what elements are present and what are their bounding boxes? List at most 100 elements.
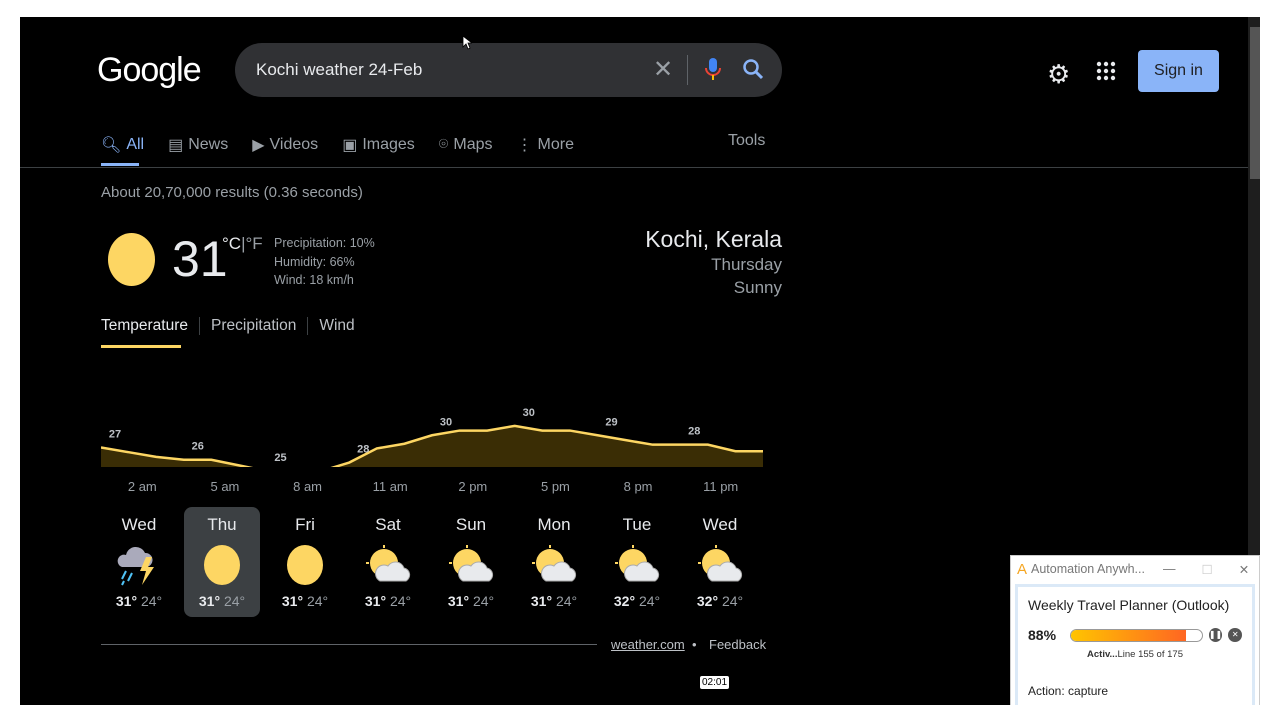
title-bar: A Automation Anywh... — ☐ ✕ xyxy=(1011,556,1259,582)
tab-wind[interactable]: Wind xyxy=(307,317,365,335)
day-name: Fri xyxy=(295,515,315,534)
current-temperature: 31 xyxy=(172,231,228,287)
day-forecast-sun[interactable]: Sun 31° 24° xyxy=(433,507,509,617)
day-forecast-fri[interactable]: Fri 31° 24° xyxy=(267,507,343,617)
search-box[interactable]: Kochi weather 24-Feb ✕ xyxy=(235,43,782,97)
tab-label: More xyxy=(537,136,574,153)
divider xyxy=(687,55,688,85)
tab-videos[interactable]: ▶ Videos xyxy=(252,132,318,158)
close-button[interactable]: ✕ xyxy=(1239,562,1249,577)
day-name: Wed xyxy=(121,515,157,534)
hour-labels: 2 am 5 am 8 am 11 am 2 pm 5 pm 8 pm 11 pm xyxy=(101,479,762,494)
search-icon: 🔍︎ xyxy=(101,137,122,154)
high-temp: 32° xyxy=(613,593,636,609)
tab-images[interactable]: ▣ Images xyxy=(342,132,415,158)
day-name: Wed xyxy=(702,515,738,534)
day-name: Mon xyxy=(537,515,571,534)
status-bold: Activ... xyxy=(1087,649,1118,660)
scrollbar-thumb[interactable] xyxy=(1250,27,1260,179)
tab-more[interactable]: ⋮ More xyxy=(517,132,574,158)
image-icon: ▣ xyxy=(342,137,358,154)
clear-icon[interactable]: ✕ xyxy=(653,55,673,84)
progress-fill xyxy=(1071,629,1187,641)
high-temp: 31° xyxy=(115,593,138,609)
tab-label: Videos xyxy=(269,136,319,153)
progress-bar xyxy=(1070,628,1203,642)
more-vert-icon: ⋮ xyxy=(516,137,533,154)
tab-precipitation[interactable]: Precipitation xyxy=(199,317,307,335)
high-temp: 31° xyxy=(364,593,387,609)
tab-temperature[interactable]: Temperature xyxy=(101,317,199,335)
low-temp: 24° xyxy=(306,593,329,609)
low-temp: 24° xyxy=(223,593,246,609)
high-temp: 31° xyxy=(447,593,470,609)
low-temp: 24° xyxy=(638,593,661,609)
day-forecast-thu[interactable]: Thu 31° 24° xyxy=(184,507,260,617)
stop-button[interactable]: ✕ xyxy=(1228,628,1243,642)
low-temp: 24° xyxy=(140,593,163,609)
tools-button[interactable]: Tools xyxy=(728,132,765,150)
temperature-data-label: 26 xyxy=(192,441,204,453)
tab-all[interactable]: 🔍︎ All xyxy=(101,132,144,158)
divider xyxy=(20,167,1248,168)
high-temp: 32° xyxy=(696,593,719,609)
condition: Sunny xyxy=(733,278,782,297)
hour-label: 2 pm xyxy=(458,479,488,494)
microphone-icon[interactable] xyxy=(705,57,721,86)
browser-viewport: Google Kochi weather 24-Feb ✕ ⚙ Sign in … xyxy=(20,17,1260,705)
temperature-data-label: 29 xyxy=(605,416,617,428)
apps-grid-icon[interactable] xyxy=(1096,61,1116,86)
feedback-link[interactable]: Feedback xyxy=(709,637,766,652)
partly-cloudy-icon xyxy=(516,545,592,585)
current-action: Action: capture xyxy=(1028,684,1109,698)
settings-gear-icon[interactable]: ⚙ xyxy=(1047,59,1070,90)
map-pin-icon: ⌾ xyxy=(438,136,449,153)
separator-dot: • xyxy=(692,637,697,652)
status-text: Line 155 of 175 xyxy=(1117,649,1183,660)
pause-button[interactable]: ❚❚ xyxy=(1208,628,1223,642)
search-input[interactable]: Kochi weather 24-Feb xyxy=(256,60,422,80)
partly-cloudy-icon xyxy=(433,545,509,585)
unit-toggle: °C|°F xyxy=(222,234,263,254)
sign-in-button[interactable]: Sign in xyxy=(1138,50,1219,92)
hour-label: 8 am xyxy=(293,479,323,494)
precipitation: Precipitation: 10% xyxy=(274,236,375,250)
partly-cloudy-icon xyxy=(682,545,758,585)
tab-news[interactable]: ▤ News xyxy=(168,132,228,158)
wind: Wind: 18 km/h xyxy=(274,273,354,287)
day-name: Sun xyxy=(455,515,487,534)
search-icon[interactable] xyxy=(741,57,765,86)
minimize-button[interactable]: — xyxy=(1163,562,1176,576)
result-stats: About 20,70,000 results (0.36 seconds) xyxy=(101,184,363,201)
tab-maps[interactable]: ⌾ Maps xyxy=(439,132,493,158)
tab-label: Images xyxy=(362,136,415,153)
temperature-data-label: 30 xyxy=(440,416,452,428)
hour-label: 5 pm xyxy=(540,479,570,494)
low-temp: 24° xyxy=(472,593,495,609)
celsius-button[interactable]: °C xyxy=(222,234,241,253)
hour-label: 5 am xyxy=(210,479,240,494)
day-forecast-tue[interactable]: Tue 32° 24° xyxy=(599,507,675,617)
day: Thursday xyxy=(711,255,782,274)
high-temp: 31° xyxy=(530,593,553,609)
day-forecast-mon[interactable]: Mon 31° 24° xyxy=(516,507,592,617)
maximize-button[interactable]: ☐ xyxy=(1201,562,1212,577)
day-forecast-wed[interactable]: Wed 31° 24° xyxy=(101,507,177,617)
day-forecast-wed[interactable]: Wed 32° 24° xyxy=(682,507,758,617)
hour-label: 11 am xyxy=(372,479,408,494)
fahrenheit-button[interactable]: °F xyxy=(246,234,263,253)
daily-forecast: Wed 31° 24° Thu 31° 24° Fri 31° 24° Sat 31° 24°… xyxy=(101,507,765,617)
automation-anywhere-logo-icon: A xyxy=(1017,560,1028,578)
google-logo[interactable]: Google xyxy=(97,51,202,90)
weather-com-link[interactable]: weather.com xyxy=(611,637,685,652)
temperature-data-label: 28 xyxy=(357,444,369,456)
hour-label: 8 pm xyxy=(623,479,653,494)
sun-icon xyxy=(184,545,260,585)
day-name: Sat xyxy=(375,515,401,534)
sun-icon xyxy=(108,233,155,286)
active-weather-tab-indicator xyxy=(101,345,181,348)
day-forecast-sat[interactable]: Sat 31° 24° xyxy=(350,507,426,617)
location: Kochi, Kerala xyxy=(645,226,782,252)
humidity: Humidity: 66% xyxy=(274,254,355,269)
divider xyxy=(101,644,597,645)
